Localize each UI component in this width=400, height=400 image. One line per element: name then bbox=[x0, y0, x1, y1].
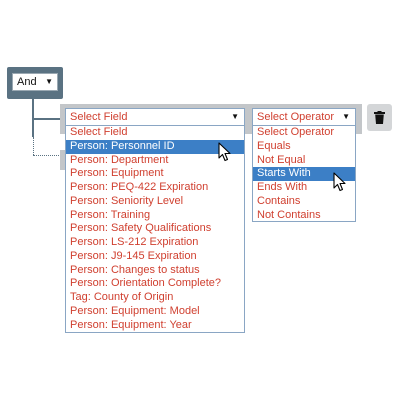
field-option[interactable]: Tag: County of Origin bbox=[66, 291, 244, 305]
operator-option[interactable]: Select Operator bbox=[253, 126, 355, 140]
operator-select[interactable]: Select Operator ▼ bbox=[252, 108, 356, 126]
trash-icon bbox=[374, 111, 385, 124]
field-option[interactable]: Person: Equipment: Model bbox=[66, 305, 244, 319]
group-operator-value: And bbox=[17, 76, 37, 88]
mouse-pointer-icon bbox=[218, 142, 231, 162]
field-option[interactable]: Person: PEQ-422 Expiration bbox=[66, 181, 244, 195]
group-operator-box: And ▼ bbox=[7, 67, 63, 99]
field-option[interactable]: Person: Orientation Complete? bbox=[66, 277, 244, 291]
tree-connector-horizontal bbox=[32, 118, 62, 120]
mouse-pointer-icon bbox=[333, 172, 346, 192]
caret-down-icon: ▼ bbox=[45, 77, 53, 86]
tree-connector-dotted-vertical bbox=[33, 137, 34, 155]
caret-down-icon: ▼ bbox=[342, 112, 350, 121]
field-select-value: Select Field bbox=[70, 111, 128, 123]
field-option[interactable]: Person: Training bbox=[66, 209, 244, 223]
field-option[interactable]: Select Field bbox=[66, 126, 244, 140]
operator-option[interactable]: Not Contains bbox=[253, 209, 355, 223]
field-option[interactable]: Person: LS-212 Expiration bbox=[66, 236, 244, 250]
field-select[interactable]: Select Field ▼ bbox=[65, 108, 245, 126]
field-option[interactable]: Person: Equipment: Year bbox=[66, 319, 244, 333]
operator-option[interactable]: Not Equal bbox=[253, 154, 355, 168]
field-option[interactable]: Person: J9-145 Expiration bbox=[66, 250, 244, 264]
field-option[interactable]: Person: Safety Qualifications bbox=[66, 222, 244, 236]
operator-select-value: Select Operator bbox=[257, 111, 335, 123]
operator-option[interactable]: Contains bbox=[253, 195, 355, 209]
operator-option[interactable]: Equals bbox=[253, 140, 355, 154]
caret-down-icon: ▼ bbox=[231, 112, 239, 121]
delete-condition-button[interactable] bbox=[367, 104, 392, 131]
group-operator-select[interactable]: And ▼ bbox=[12, 73, 58, 91]
tree-connector-dotted-horizontal bbox=[33, 155, 59, 156]
field-option[interactable]: Person: Seniority Level bbox=[66, 195, 244, 209]
field-option[interactable]: Person: Changes to status bbox=[66, 264, 244, 278]
field-option[interactable]: Person: Equipment bbox=[66, 167, 244, 181]
